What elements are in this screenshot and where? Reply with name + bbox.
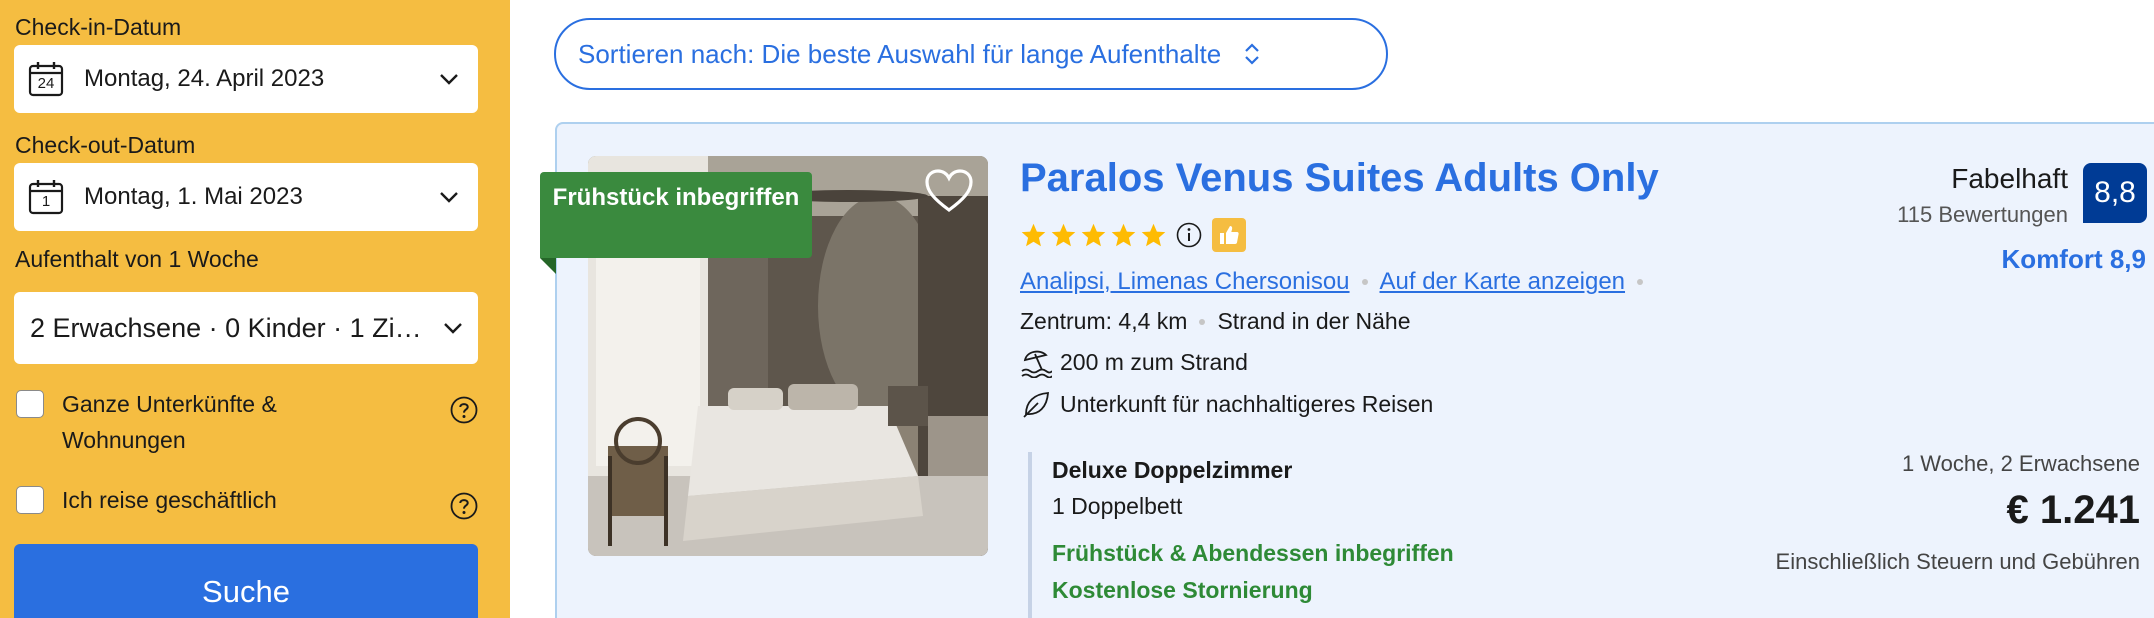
sort-label: Sortieren nach: Die beste Auswahl für la…: [578, 38, 1222, 69]
meals-included: Frühstück & Abendessen inbegriffen: [1052, 540, 1454, 566]
hotel-name-link[interactable]: Paralos Venus Suites Adults Only: [1020, 156, 1659, 201]
location-link[interactable]: Analipsi, Limenas Chersonisou: [1020, 268, 1350, 296]
breakfast-included-badge: Frühstück inbegriffen: [540, 172, 812, 258]
chevron-down-icon: [440, 315, 466, 341]
star-icon: [1050, 222, 1077, 249]
stay-summary: 1 Woche, 2 Erwachsene: [1901, 451, 2140, 476]
separator-dot: [1199, 318, 1206, 325]
review-score-word: Fabelhaft: [1951, 163, 2068, 194]
beach-nearby: Strand in der Nähe: [1217, 308, 1411, 334]
show-on-map-link[interactable]: Auf der Karte anzeigen: [1380, 268, 1626, 296]
chevron-down-icon: [436, 184, 462, 210]
checkout-date-value: Montag, 1. Mai 2023: [84, 183, 303, 210]
option-entire-homes[interactable]: Ganze Unterkünfte & Wohnungen: [16, 390, 362, 458]
star-icon: [1140, 222, 1167, 249]
entire-homes-label: Ganze Unterkünfte & Wohnungen: [62, 391, 277, 453]
star-rating: [1020, 218, 1246, 252]
badge-ribbon-fold: [540, 258, 556, 274]
checkout-date-select[interactable]: 1 Montag, 1. Mai 2023: [14, 163, 478, 231]
sort-arrows-icon: [1241, 41, 1263, 67]
option-business-travel[interactable]: Ich reise geschäftlich: [16, 486, 362, 518]
search-button[interactable]: Suche: [14, 544, 478, 618]
bed-info: 1 Doppelbett: [1052, 493, 1183, 519]
separator-dot: [1637, 279, 1644, 285]
help-icon[interactable]: [450, 492, 478, 520]
thumbs-up-icon[interactable]: [1212, 218, 1246, 252]
heart-icon[interactable]: [924, 168, 974, 214]
distance-row: Zentrum: 4,4 km Strand in der Nähe: [1020, 308, 1411, 335]
star-icon: [1110, 222, 1137, 249]
room-type: Deluxe Doppelzimmer: [1052, 457, 1293, 483]
star-icon: [1080, 222, 1107, 249]
checkout-label: Check-out-Datum: [15, 132, 196, 158]
beach-feature: 200 m zum Strand: [1020, 346, 1248, 379]
calendar-icon: 24: [28, 61, 64, 97]
guests-select[interactable]: 2 Erwachsene · 0 Kinder · 1 Zimmer: [14, 292, 478, 364]
sustainability-label: Unterkunft für nachhaltigeres Reisen: [1060, 390, 1434, 417]
chevron-down-icon: [436, 66, 462, 92]
search-results-page: Check-in-Datum 24 Montag, 24. April 2023…: [0, 0, 2154, 618]
guests-value: 2 Erwachsene · 0 Kinder · 1 Zimmer: [30, 312, 440, 343]
search-sidebar: Check-in-Datum 24 Montag, 24. April 2023…: [0, 0, 510, 618]
beach-icon: [1020, 346, 1053, 379]
calendar-day-number: 24: [37, 75, 55, 92]
checkin-label: Check-in-Datum: [15, 14, 182, 40]
room-divider: [1028, 452, 1032, 618]
sustainability-feature: Unterkunft für nachhaltigeres Reisen: [1020, 388, 1433, 420]
leaf-icon: [1020, 388, 1052, 420]
sort-dropdown-button[interactable]: Sortieren nach: Die beste Auswahl für la…: [554, 18, 1388, 90]
checkin-date-select[interactable]: 24 Montag, 24. April 2023: [14, 45, 478, 113]
taxes-note: Einschließlich Steuern und Gebühren: [1775, 549, 2140, 574]
checkin-date-value: Montag, 24. April 2023: [84, 65, 325, 92]
center-distance: Zentrum: 4,4 km: [1020, 308, 1188, 334]
review-count: 115 Bewertungen: [1897, 202, 2068, 227]
beach-distance: 200 m zum Strand: [1060, 348, 1248, 375]
entire-homes-checkbox[interactable]: [16, 390, 44, 418]
calendar-icon: 1: [28, 179, 64, 215]
star-icon: [1020, 222, 1047, 249]
help-icon[interactable]: [450, 396, 478, 424]
stay-length-label: Aufenthalt von 1 Woche: [15, 246, 259, 272]
comfort-score: Komfort 8,9: [2001, 244, 2146, 274]
business-travel-checkbox[interactable]: [16, 486, 44, 514]
free-cancellation: Kostenlose Stornierung: [1052, 577, 1313, 603]
info-icon[interactable]: [1176, 222, 1202, 248]
price: € 1.241: [2006, 488, 2140, 532]
review-score-badge[interactable]: 8,8: [2083, 163, 2147, 223]
location-row: Analipsi, Limenas Chersonisou Auf der Ka…: [1020, 268, 1655, 296]
business-travel-label: Ich reise geschäftlich: [62, 487, 277, 513]
calendar-day-number: 1: [41, 193, 51, 210]
separator-dot: [1361, 279, 1368, 285]
